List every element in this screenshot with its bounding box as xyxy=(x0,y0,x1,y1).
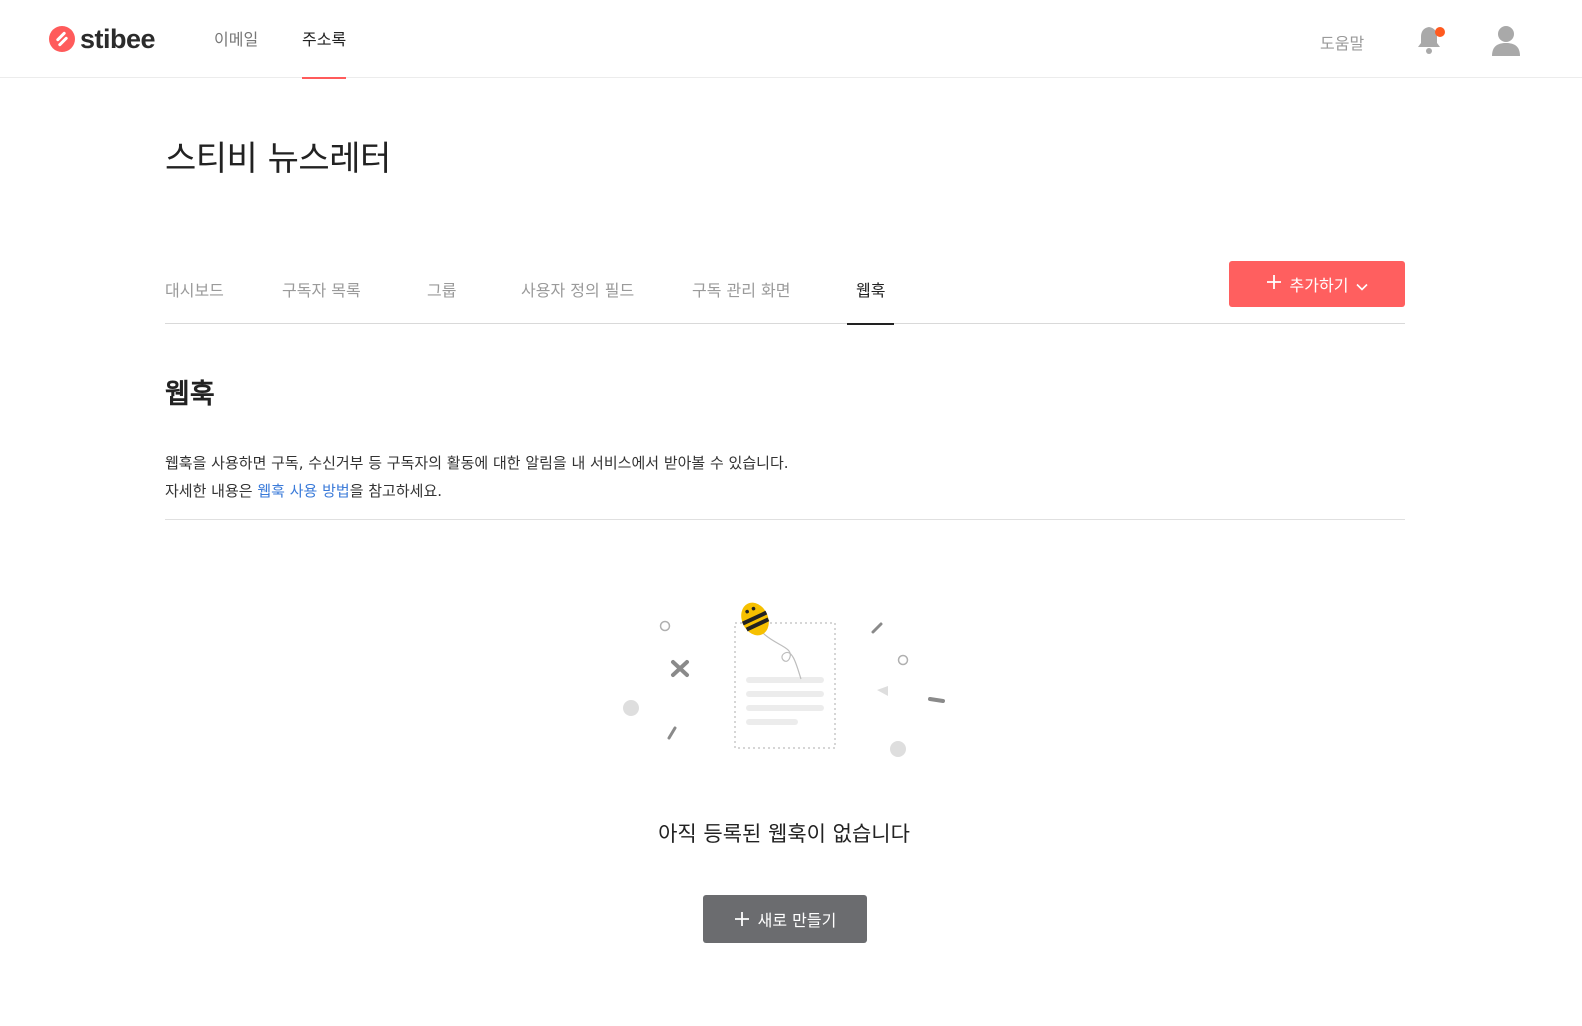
help-link[interactable]: 도움말 xyxy=(1320,30,1364,54)
empty-state-illustration xyxy=(615,595,955,765)
bell-icon[interactable] xyxy=(1416,24,1446,56)
tab-custom-fields[interactable]: 사용자 정의 필드 xyxy=(521,277,634,324)
user-icon[interactable] xyxy=(1490,24,1522,58)
chevron-down-icon xyxy=(1356,278,1369,291)
section-title: 웹훅 xyxy=(165,379,215,410)
topnav-addressbook[interactable]: 주소록 xyxy=(302,26,347,79)
logo-text: stibee xyxy=(80,23,156,54)
add-button[interactable]: 추가하기 xyxy=(1229,261,1405,307)
description-line-1: 웹훅을 사용하면 구독, 수신거부 등 구독자의 활동에 대한 알림을 내 서비… xyxy=(165,454,789,472)
section-divider xyxy=(165,519,1405,520)
plus-icon xyxy=(1266,273,1282,295)
stibee-logo[interactable]: stibee xyxy=(49,23,156,54)
tab-dashboard[interactable]: 대시보드 xyxy=(165,277,224,324)
logo-mark-icon xyxy=(49,26,75,52)
tab-subscriber-list[interactable]: 구독자 목록 xyxy=(282,277,361,324)
empty-state-message: 아직 등록된 웹훅이 없습니다 xyxy=(658,822,910,846)
webhook-guide-link[interactable]: 웹훅 사용 방법 xyxy=(257,482,349,500)
create-webhook-label: 새로 만들기 xyxy=(757,911,837,930)
plus-icon xyxy=(734,907,750,931)
page-title: 스티비 뉴스레터 xyxy=(165,139,391,179)
tab-groups[interactable]: 그룹 xyxy=(427,277,456,324)
description-line-2: 자세한 내용은 웹훅 사용 방법을 참고하세요. xyxy=(165,477,789,505)
top-header: stibee 이메일 주소록 도움말 xyxy=(0,0,1582,79)
tab-bar: 대시보드 구독자 목록 그룹 사용자 정의 필드 구독 관리 화면 웹훅 xyxy=(165,260,1405,325)
tab-webhook[interactable]: 웹훅 xyxy=(846,277,896,325)
add-button-label: 추가하기 xyxy=(1289,276,1349,295)
tab-subscription-page[interactable]: 구독 관리 화면 xyxy=(692,277,791,324)
create-webhook-button[interactable]: 새로 만들기 xyxy=(703,895,867,943)
description-suffix: 을 참고하세요. xyxy=(349,482,443,500)
topnav-email[interactable]: 이메일 xyxy=(214,26,258,78)
description-prefix: 자세한 내용은 xyxy=(165,482,258,500)
section-description: 웹훅을 사용하면 구독, 수신거부 등 구독자의 활동에 대한 알림을 내 서비… xyxy=(165,449,789,505)
